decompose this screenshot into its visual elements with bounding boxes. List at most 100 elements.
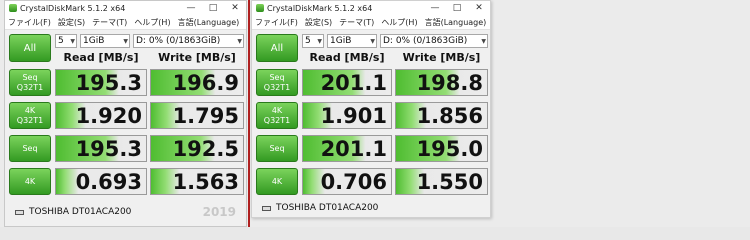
menu-help[interactable]: ヘルプ(H) bbox=[381, 17, 417, 28]
drive-name: TOSHIBA DT01ACA200 bbox=[276, 203, 379, 213]
menu-settings[interactable]: 設定(S) bbox=[305, 17, 332, 28]
read-value: 195.3 bbox=[55, 69, 147, 96]
write-value: 1.550 bbox=[395, 168, 488, 195]
result-row: 4K Q32T1 1.920 1.795 bbox=[9, 102, 244, 132]
read-value: 201.1 bbox=[302, 135, 392, 162]
minimize-icon[interactable]: — bbox=[424, 3, 446, 13]
write-value: 192.5 bbox=[150, 135, 244, 162]
count-select[interactable]: 5 ▼ bbox=[55, 34, 77, 48]
seq-button[interactable]: Seq bbox=[9, 135, 51, 162]
maximize-icon[interactable]: □ bbox=[202, 3, 224, 13]
row-label: Seq bbox=[22, 143, 38, 153]
drive-icon bbox=[15, 209, 24, 215]
row-sublabel: Q32T1 bbox=[263, 115, 291, 125]
year-watermark: 2019 bbox=[202, 205, 236, 219]
window-title: CrystalDiskMark 5.1.2 x64 bbox=[20, 3, 126, 13]
write-value: 1.856 bbox=[395, 102, 488, 129]
row-label: 4K bbox=[24, 105, 36, 115]
count-value: 5 bbox=[305, 36, 311, 46]
menu-settings[interactable]: 設定(S) bbox=[58, 17, 85, 28]
row-sublabel: Q32T1 bbox=[263, 82, 291, 92]
chevron-down-icon: ▼ bbox=[370, 38, 375, 45]
read-value: 1.920 bbox=[55, 102, 147, 129]
row-sublabel: Q32T1 bbox=[16, 115, 44, 125]
read-header: Read [MB/s] bbox=[63, 50, 139, 64]
result-row: Seq Q32T1 201.1 198.8 bbox=[256, 69, 488, 99]
drive-select[interactable]: D: 0% (0/1863GiB) ▼ bbox=[380, 34, 488, 48]
all-button[interactable]: All bbox=[9, 34, 51, 62]
seq-q32t1-button[interactable]: Seq Q32T1 bbox=[9, 69, 51, 96]
row-label: Seq bbox=[269, 72, 285, 82]
4k-button[interactable]: 4K bbox=[256, 168, 298, 195]
drive-name: TOSHIBA DT01ACA200 bbox=[29, 207, 132, 217]
status-bar: TOSHIBA DT01ACA200 bbox=[256, 201, 486, 215]
write-value: 195.0 bbox=[395, 135, 488, 162]
read-value: 0.693 bbox=[55, 168, 147, 195]
chevron-down-icon: ▼ bbox=[123, 38, 128, 45]
drive-select[interactable]: D: 0% (0/1863GiB) ▼ bbox=[133, 34, 244, 48]
result-row: Seq 201.1 195.0 bbox=[256, 135, 488, 165]
crystaldiskmark-window-current: CrystalDiskMark 5.1.2 x64 — □ ✕ ファイル(F) … bbox=[251, 0, 491, 218]
4k-q32t1-button[interactable]: 4K Q32T1 bbox=[9, 102, 51, 129]
row-label: 4K bbox=[24, 176, 36, 186]
read-value: 0.706 bbox=[302, 168, 392, 195]
result-row: 4K Q32T1 1.901 1.856 bbox=[256, 102, 488, 132]
drive-value: D: 0% (0/1863GiB) bbox=[383, 36, 468, 46]
screenshot-stage: CrystalDiskMark 5.1.2 x64 — □ ✕ ファイル(F) … bbox=[0, 0, 750, 227]
seq-q32t1-button[interactable]: Seq Q32T1 bbox=[256, 69, 298, 96]
size-select[interactable]: 1GiB ▼ bbox=[80, 34, 130, 48]
result-row: Seq Q32T1 195.3 196.9 bbox=[9, 69, 244, 99]
read-header: Read [MB/s] bbox=[309, 50, 385, 64]
size-select[interactable]: 1GiB ▼ bbox=[327, 34, 377, 48]
window-title: CrystalDiskMark 5.1.2 x64 bbox=[267, 3, 373, 13]
menu-theme[interactable]: テーマ(T) bbox=[339, 17, 374, 28]
divider-line bbox=[248, 0, 250, 227]
result-row: 4K 0.693 1.563 bbox=[9, 168, 244, 198]
control-row: All 5 ▼ 1GiB ▼ D: 0% (0/1863GiB) ▼ Read … bbox=[256, 34, 488, 66]
all-button[interactable]: All bbox=[256, 34, 298, 62]
size-value: 1GiB bbox=[330, 36, 352, 46]
menu-file[interactable]: ファイル(F) bbox=[8, 17, 51, 28]
chevron-down-icon: ▼ bbox=[237, 38, 242, 45]
4k-q32t1-button[interactable]: 4K Q32T1 bbox=[256, 102, 298, 129]
result-row: Seq 195.3 192.5 bbox=[9, 135, 244, 165]
read-value: 201.1 bbox=[302, 69, 392, 96]
read-value: 195.3 bbox=[55, 135, 147, 162]
size-value: 1GiB bbox=[83, 36, 105, 46]
menu-help[interactable]: ヘルプ(H) bbox=[134, 17, 170, 28]
write-header: Write [MB/s] bbox=[402, 50, 481, 64]
menu-language[interactable]: 言語(Language) bbox=[425, 17, 487, 28]
title-bar: CrystalDiskMark 5.1.2 x64 — □ ✕ bbox=[252, 1, 490, 15]
menu-bar: ファイル(F) 設定(S) テーマ(T) ヘルプ(H) 言語(Language) bbox=[252, 15, 490, 30]
close-icon[interactable]: ✕ bbox=[224, 3, 246, 13]
row-label: Seq bbox=[269, 143, 285, 153]
drive-value: D: 0% (0/1863GiB) bbox=[136, 36, 221, 46]
write-value: 1.563 bbox=[150, 168, 244, 195]
row-label: 4K bbox=[271, 105, 283, 115]
minimize-icon[interactable]: — bbox=[180, 3, 202, 13]
crystaldiskmark-window-2019: CrystalDiskMark 5.1.2 x64 — □ ✕ ファイル(F) … bbox=[4, 0, 247, 227]
row-sublabel: Q32T1 bbox=[16, 82, 44, 92]
menu-language[interactable]: 言語(Language) bbox=[178, 17, 240, 28]
seq-button[interactable]: Seq bbox=[256, 135, 298, 162]
write-value: 198.8 bbox=[395, 69, 488, 96]
menu-file[interactable]: ファイル(F) bbox=[255, 17, 298, 28]
write-value: 1.795 bbox=[150, 102, 244, 129]
read-value: 1.901 bbox=[302, 102, 392, 129]
row-label: Seq bbox=[22, 72, 38, 82]
title-bar: CrystalDiskMark 5.1.2 x64 — □ ✕ bbox=[5, 1, 246, 15]
write-value: 196.9 bbox=[150, 69, 244, 96]
maximize-icon[interactable]: □ bbox=[446, 3, 468, 13]
menu-bar: ファイル(F) 設定(S) テーマ(T) ヘルプ(H) 言語(Language) bbox=[5, 15, 246, 30]
menu-theme[interactable]: テーマ(T) bbox=[92, 17, 127, 28]
chevron-down-icon: ▼ bbox=[70, 38, 75, 45]
close-icon[interactable]: ✕ bbox=[468, 3, 490, 13]
app-icon bbox=[256, 4, 264, 12]
4k-button[interactable]: 4K bbox=[9, 168, 51, 195]
chevron-down-icon: ▼ bbox=[317, 38, 322, 45]
write-header: Write [MB/s] bbox=[158, 50, 236, 64]
app-icon bbox=[9, 4, 17, 12]
count-value: 5 bbox=[58, 36, 64, 46]
result-row: 4K 0.706 1.550 bbox=[256, 168, 488, 198]
count-select[interactable]: 5 ▼ bbox=[302, 34, 324, 48]
